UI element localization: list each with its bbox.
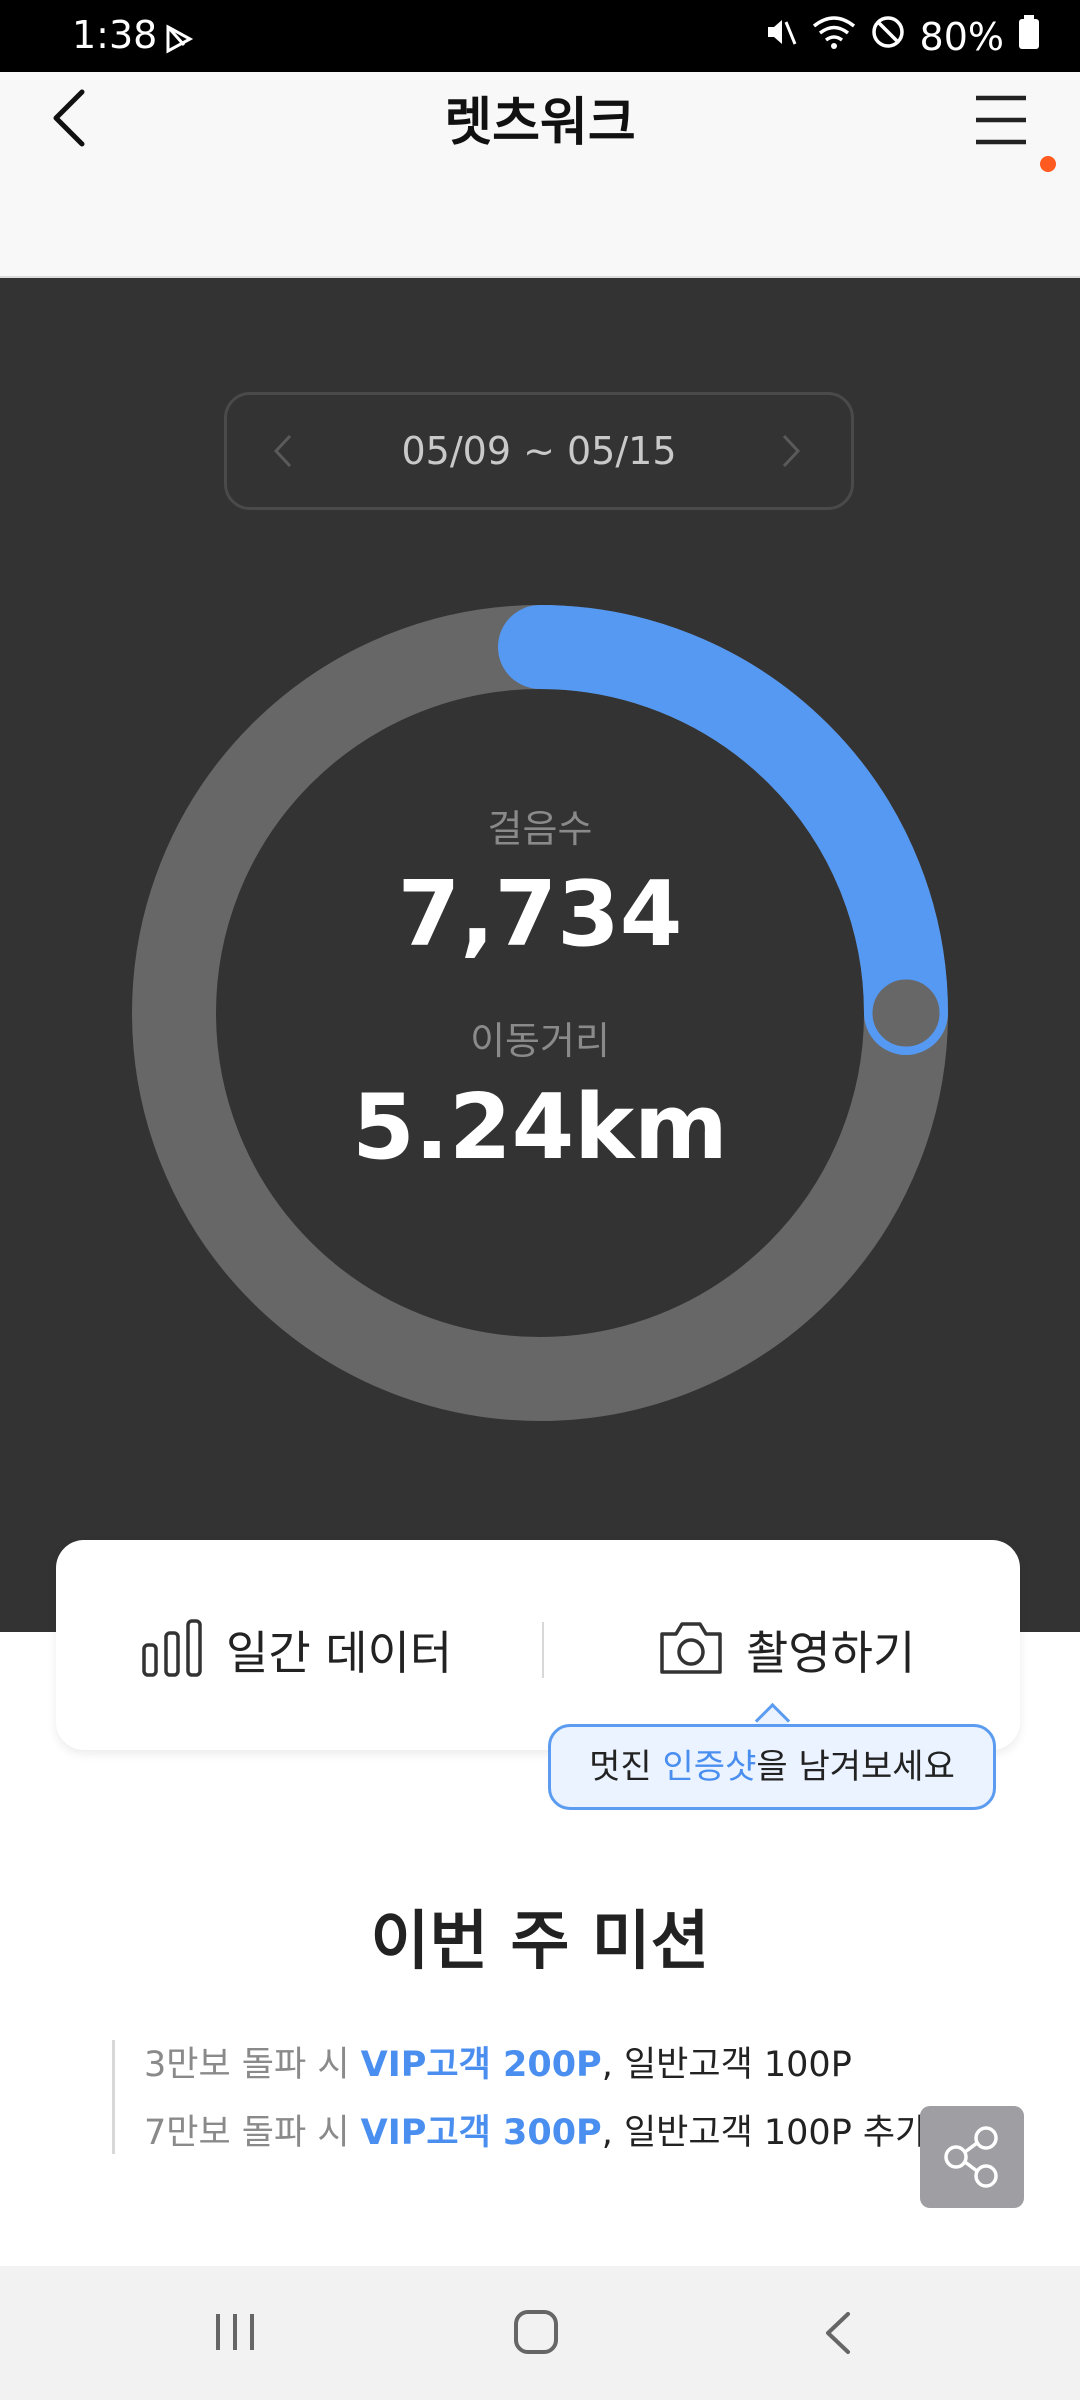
play-store-icon <box>164 24 194 58</box>
status-icons: 80% <box>762 14 1040 59</box>
back-icon <box>820 2312 856 2362</box>
date-range-label: 05/09 ~ 05/15 <box>401 429 677 473</box>
photo-tooltip: 멋진 인증샷을 남겨보세요 <box>548 1724 996 1810</box>
camera-button[interactable]: 촬영하기 <box>656 1612 915 1688</box>
camera-icon <box>656 1618 726 1682</box>
home-button[interactable] <box>512 2308 560 2356</box>
share-icon <box>920 2126 1024 2212</box>
status-time: 1:38 <box>72 13 158 57</box>
previous-week-button[interactable] <box>268 428 298 474</box>
daily-data-label: 일간 데이터 <box>226 1626 453 1680</box>
mission-item-prefix: 7만보 돌파 시 <box>144 2113 361 2153</box>
distance-value: 5.24km <box>352 1075 728 1180</box>
mission-divider <box>112 2040 115 2154</box>
mute-icon <box>762 14 798 59</box>
bar-chart-icon <box>140 1617 206 1683</box>
mission-item-suffix: , 일반고객 100P <box>601 2045 852 2085</box>
mission-item-vip: VIP고객 200P <box>360 2045 602 2085</box>
action-divider <box>542 1622 544 1678</box>
mission-title: 이번 주 미션 <box>370 1905 710 1979</box>
chevron-left-icon <box>268 434 298 478</box>
share-button[interactable] <box>920 2106 1024 2208</box>
page-title: 렛츠워크 <box>444 93 636 153</box>
tooltip-text-before: 멋진 <box>589 1747 663 1787</box>
home-icon <box>512 2310 560 2360</box>
camera-label: 촬영하기 <box>746 1626 916 1680</box>
no-disturb-icon <box>870 14 906 59</box>
notification-dot <box>1040 156 1056 172</box>
mission-item-prefix: 3만보 돌파 시 <box>144 2045 361 2085</box>
hamburger-menu-icon <box>966 95 1046 162</box>
next-week-button[interactable] <box>776 428 806 474</box>
mission-item: 3만보 돌파 시 VIP고객 200P, 일반고객 100P <box>144 2036 852 2087</box>
tooltip-highlight: 인증샷 <box>662 1747 757 1787</box>
steps-label: 걸음수 <box>487 807 593 851</box>
mission-item: 7만보 돌파 시 VIP고객 300P, 일반고객 100P 추가지급 <box>144 2104 992 2155</box>
system-back-button[interactable] <box>820 2308 856 2358</box>
menu-button[interactable] <box>966 88 1046 158</box>
tooltip-text-after: 을 남겨보세요 <box>756 1747 955 1787</box>
distance-label: 이동거리 <box>470 1019 610 1063</box>
chevron-right-icon <box>776 434 806 478</box>
battery-level: 80% <box>919 14 1004 59</box>
steps-value: 7,734 <box>397 862 683 967</box>
wifi-icon <box>812 14 856 59</box>
daily-data-button[interactable]: 일간 데이터 <box>140 1612 452 1688</box>
battery-icon <box>1018 14 1040 59</box>
mission-item-vip: VIP고객 300P <box>360 2113 602 2153</box>
recent-apps-button[interactable] <box>212 2310 258 2354</box>
recent-apps-icon <box>212 2314 258 2358</box>
